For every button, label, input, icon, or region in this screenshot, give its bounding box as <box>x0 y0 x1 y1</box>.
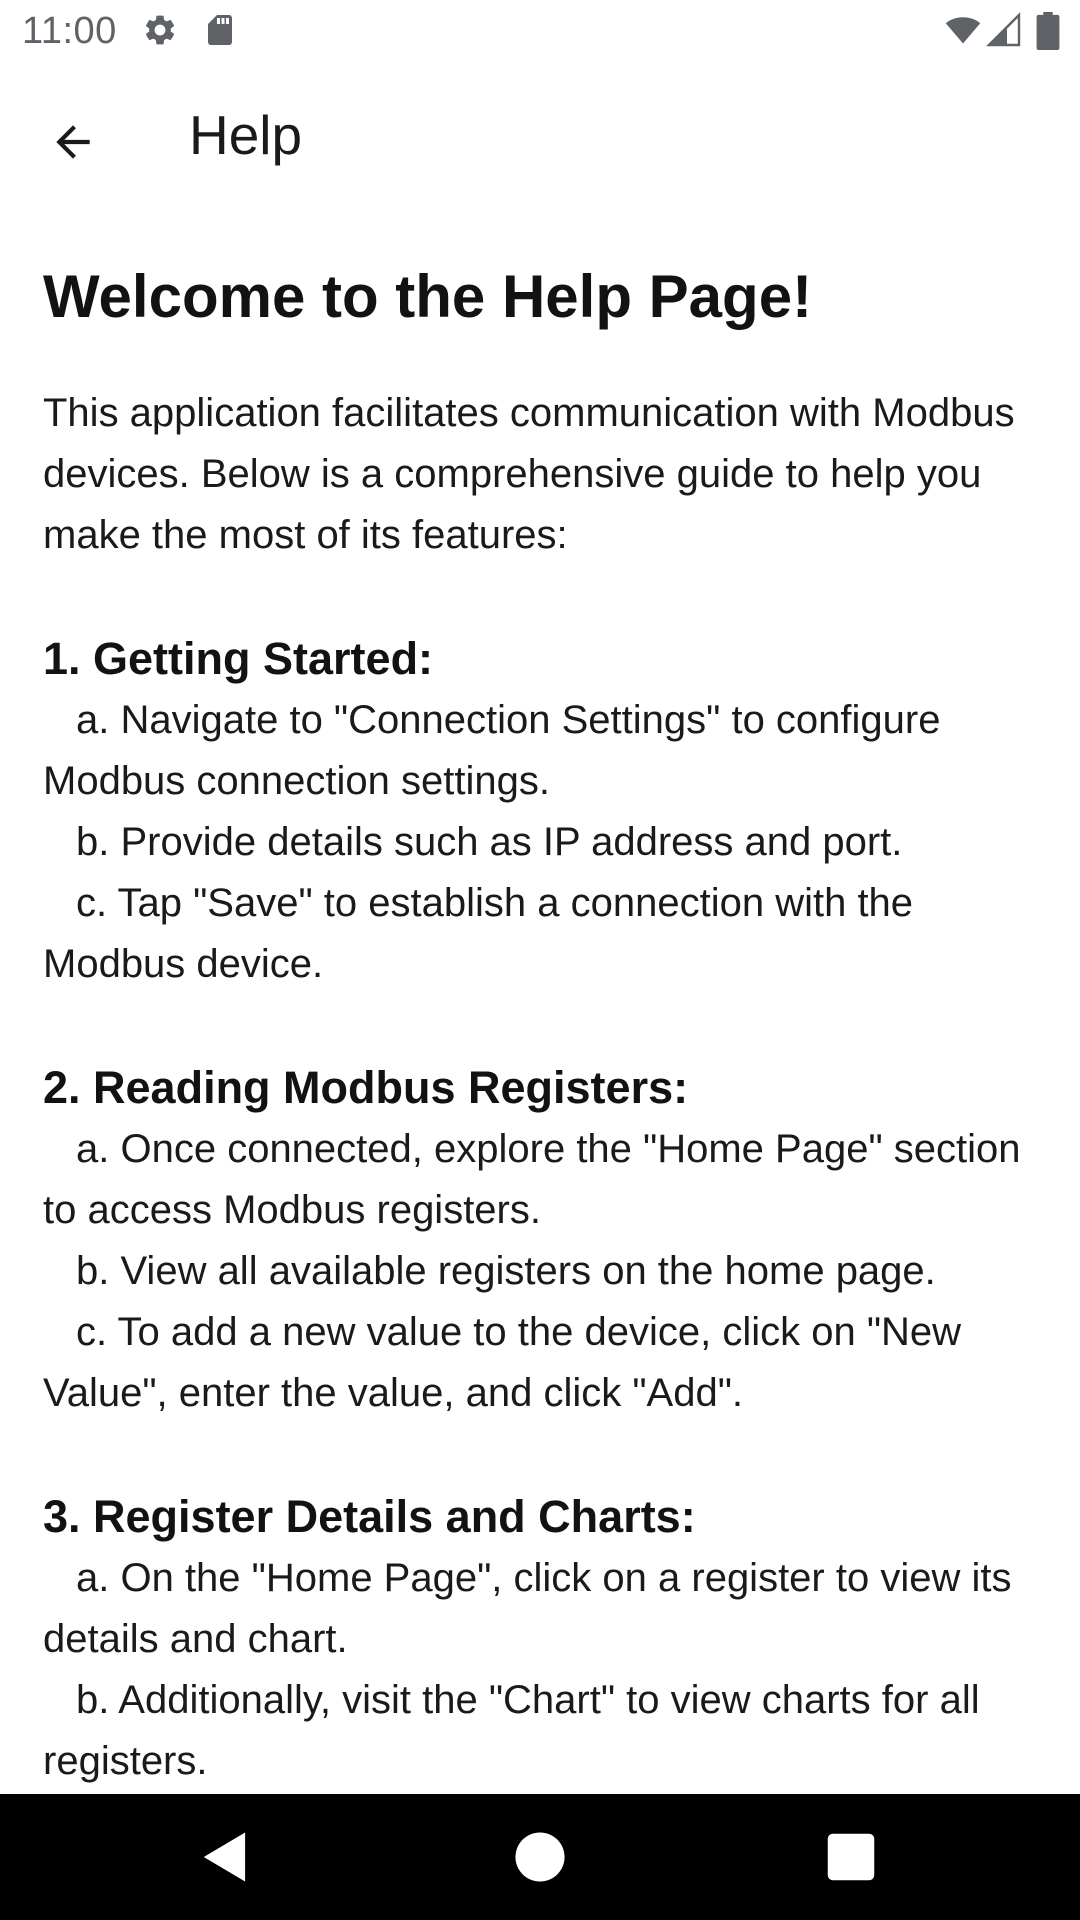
list-item: b. Provide details such as IP address an… <box>76 820 903 864</box>
gear-icon <box>142 12 178 48</box>
battery-icon <box>1036 12 1060 50</box>
nav-recents-button[interactable] <box>820 1826 882 1888</box>
nav-back-button[interactable] <box>196 1826 258 1888</box>
nav-home-button[interactable] <box>509 1826 571 1888</box>
nav-recents-icon <box>827 1833 875 1881</box>
help-content: Welcome to the Help Page! This applicati… <box>43 255 1043 1792</box>
section-register-details: 3. Register Details and Charts: a. On th… <box>43 1486 1043 1792</box>
nav-back-icon <box>203 1832 246 1882</box>
list-item: a. Navigate to "Connection Settings" to … <box>43 698 941 803</box>
list-item: b. Additionally, visit the "Chart" to vi… <box>43 1678 980 1783</box>
wifi-icon <box>942 12 984 48</box>
system-navigation-bar <box>0 1794 1080 1920</box>
list-item: c. Tap "Save" to establish a connection … <box>43 881 914 986</box>
section-title: 2. Reading Modbus Registers: <box>43 1062 689 1113</box>
list-item: a. On the "Home Page", click on a regist… <box>43 1556 1012 1661</box>
signal-icon <box>986 12 1022 48</box>
back-button[interactable] <box>36 105 110 179</box>
top-app-bar: Help <box>0 63 1080 210</box>
status-bar: 11:00 <box>0 0 1080 63</box>
arrow-back-icon <box>56 125 90 159</box>
welcome-heading: Welcome to the Help Page! <box>43 263 813 330</box>
list-item: c. To add a new value to the device, cli… <box>43 1310 962 1415</box>
section-title: 3. Register Details and Charts: <box>43 1491 696 1542</box>
section-reading-registers: 2. Reading Modbus Registers: a. Once con… <box>43 1057 1043 1424</box>
section-title: 1. Getting Started: <box>43 633 434 684</box>
section-getting-started: 1. Getting Started: a. Navigate to "Conn… <box>43 628 1043 995</box>
sd-card-icon <box>202 12 238 48</box>
status-time: 11:00 <box>22 10 117 52</box>
nav-home-icon <box>515 1832 565 1882</box>
list-item: b. View all available registers on the h… <box>76 1249 936 1293</box>
list-item: a. Once connected, explore the "Home Pag… <box>43 1127 1021 1232</box>
page-title: Help <box>189 104 303 166</box>
intro-paragraph: This application facilitates communicati… <box>43 391 1015 557</box>
help-screen: 11:00 Help Welcome to the Help Page! Thi… <box>0 0 1080 1920</box>
